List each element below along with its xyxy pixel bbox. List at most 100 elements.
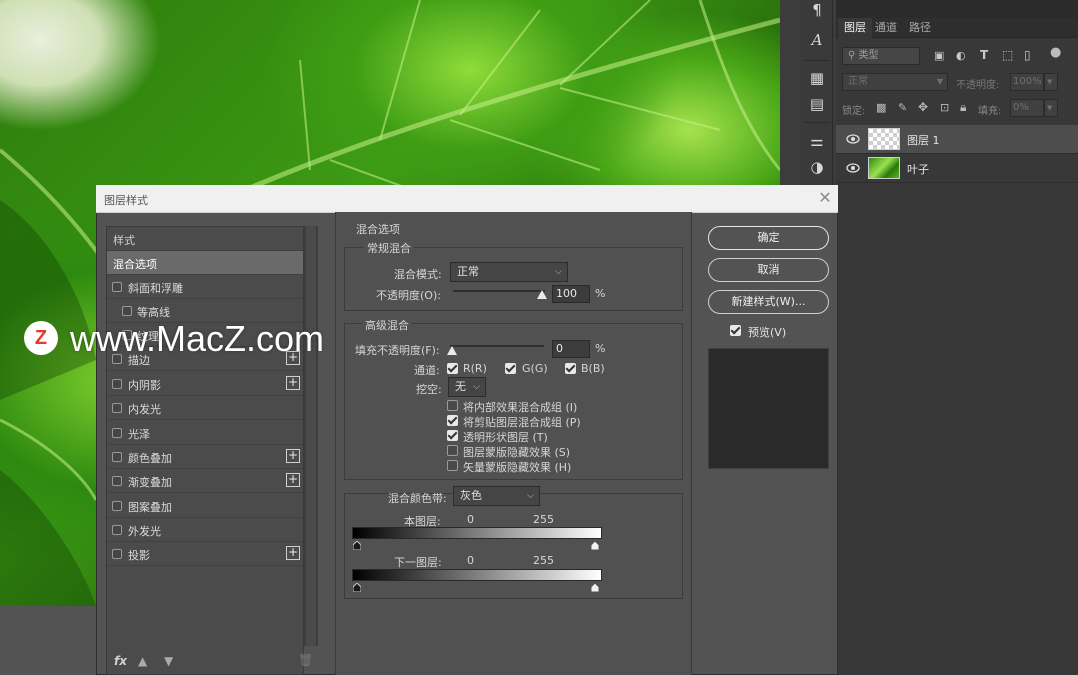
style-checkbox[interactable] — [112, 452, 122, 462]
filter-shape-icon[interactable]: ⬚ — [1002, 48, 1013, 62]
style-item-pattern-overlay[interactable]: 图案叠加 — [107, 494, 303, 518]
panel-header-bar — [836, 0, 1078, 18]
chevron-down-icon[interactable]: ▼ — [1044, 99, 1058, 117]
blend-interior-effects-checkbox[interactable] — [447, 400, 458, 411]
style-checkbox[interactable] — [112, 403, 122, 413]
underlying-layer-white-stop[interactable] — [591, 583, 599, 592]
tab-channels[interactable]: 通道 — [869, 18, 903, 38]
this-layer-white-stop[interactable] — [591, 541, 599, 550]
watermark-logo-letter: Z — [34, 327, 48, 349]
filter-toggle-icon[interactable]: ● — [1050, 45, 1061, 60]
tab-layers[interactable]: 图层 — [838, 18, 872, 38]
properties-icon[interactable]: ▦ — [807, 68, 827, 88]
divider — [804, 122, 830, 123]
group-title-general: 常规混合 — [364, 240, 414, 256]
style-checkbox[interactable] — [112, 549, 122, 559]
style-checkbox[interactable] — [112, 428, 122, 438]
layer-row-leaf[interactable]: 叶子 — [836, 154, 1078, 183]
style-item-color-overlay[interactable]: 颜色叠加 + — [107, 445, 303, 469]
layer-row-layer-1[interactable]: 图层 1 — [836, 125, 1078, 154]
layer-name: 叶子 — [907, 163, 929, 176]
layer-opacity-input[interactable]: 100% — [1010, 73, 1044, 91]
style-item-bevel-emboss[interactable]: 斜面和浮雕 — [107, 275, 303, 299]
lock-fill-row: 锁定: ▩ ✎ ✥ ⊡ 🔒︎ 填充: 0% ▼ — [836, 97, 1078, 121]
transparency-shapes-checkbox[interactable] — [447, 430, 458, 441]
color-circle-icon[interactable]: ◑ — [807, 157, 827, 177]
layer-mask-hides-label: 图层蒙版隐藏效果 (S) — [463, 446, 571, 459]
close-icon[interactable]: ✕ — [817, 190, 833, 206]
fill-opacity-slider-track[interactable] — [450, 345, 544, 347]
ok-button[interactable]: 确定 — [708, 226, 829, 250]
tab-paths[interactable]: 路径 — [903, 18, 937, 38]
channel-b-checkbox[interactable] — [565, 363, 576, 374]
lock-move-icon[interactable]: ✥ — [918, 100, 928, 114]
channel-r-checkbox[interactable] — [447, 363, 458, 374]
lock-all-icon[interactable]: 🔒︎ — [960, 100, 966, 115]
style-item-satin[interactable]: 光泽 — [107, 421, 303, 445]
layer-filter-select[interactable]: ⚲ 类型 — [842, 47, 920, 65]
blend-if-value: 灰色 — [460, 489, 482, 502]
blend-if-select[interactable]: 灰色 ⌵ — [453, 486, 540, 506]
vector-mask-hides-checkbox[interactable] — [447, 460, 458, 471]
add-effect-icon[interactable]: + — [286, 473, 300, 487]
style-item-drop-shadow[interactable]: 投影 + — [107, 542, 303, 566]
eye-icon[interactable] — [846, 162, 860, 174]
style-item-label: 外发光 — [128, 525, 161, 538]
style-item-inner-shadow[interactable]: 内阴影 + — [107, 372, 303, 396]
style-item-label: 图案叠加 — [128, 501, 172, 514]
chevron-down-icon[interactable]: ▼ — [1044, 73, 1058, 91]
paragraph-icon[interactable]: ¶ — [807, 0, 827, 20]
lock-brush-icon[interactable]: ✎ — [898, 101, 907, 114]
opacity-input[interactable]: 100 — [552, 285, 590, 303]
add-effect-icon[interactable]: + — [286, 449, 300, 463]
character-icon[interactable]: A — [807, 30, 827, 50]
trash-icon[interactable]: 🗑︎ — [298, 653, 313, 667]
underlying-layer-black-stop[interactable] — [353, 583, 361, 592]
style-item-inner-glow[interactable]: 内发光 — [107, 396, 303, 420]
layer-mask-hides-checkbox[interactable] — [447, 445, 458, 456]
style-item-blending-options[interactable]: 混合选项 — [107, 251, 303, 275]
blend-if-group — [344, 493, 683, 599]
this-layer-black-stop[interactable] — [353, 541, 361, 550]
filter-adjustment-icon[interactable]: ◐ — [956, 49, 966, 62]
fill-opacity-slider-handle[interactable] — [447, 346, 457, 355]
blend-clipped-layers-checkbox[interactable] — [447, 415, 458, 426]
style-item-outer-glow[interactable]: 外发光 — [107, 518, 303, 542]
style-item-gradient-overlay[interactable]: 渐变叠加 + — [107, 469, 303, 493]
blend-mode-select[interactable]: 正常 ⌵ — [450, 262, 568, 282]
eye-icon[interactable] — [846, 133, 860, 145]
style-checkbox[interactable] — [112, 501, 122, 511]
lock-transparent-icon[interactable]: ▩ — [876, 101, 886, 114]
cancel-button[interactable]: 取消 — [708, 258, 829, 282]
add-effect-icon[interactable]: + — [286, 376, 300, 390]
preview-checkbox[interactable] — [730, 325, 741, 336]
fx-icon[interactable]: fx — [114, 654, 127, 668]
channel-g-checkbox[interactable] — [505, 363, 516, 374]
dialog-titlebar[interactable] — [96, 185, 838, 213]
scrollbar-thumb[interactable] — [306, 226, 316, 646]
adjustments-icon[interactable]: ⚌ — [807, 131, 827, 151]
style-preview-swatch — [708, 348, 829, 469]
opacity-slider-handle[interactable] — [537, 290, 547, 299]
style-checkbox[interactable] — [112, 282, 122, 292]
style-checkbox[interactable] — [112, 525, 122, 535]
channels-label: 通道: — [414, 364, 440, 377]
filter-smart-object-icon[interactable]: ▯ — [1024, 48, 1031, 62]
move-up-icon[interactable]: ▲ — [138, 654, 147, 668]
filter-pixel-icon[interactable]: ▣ — [934, 49, 944, 62]
filter-type-icon[interactable]: T — [980, 48, 988, 62]
layer-fill-input[interactable]: 0% — [1010, 99, 1044, 117]
notes-icon[interactable]: ▤ — [807, 94, 827, 114]
fill-opacity-input[interactable]: 0 — [552, 340, 590, 358]
style-checkbox[interactable] — [112, 476, 122, 486]
lock-artboard-icon[interactable]: ⊡ — [940, 101, 949, 114]
style-checkbox[interactable] — [122, 306, 132, 316]
new-style-button[interactable]: 新建样式(W)... — [708, 290, 829, 314]
layer-blend-mode-select[interactable]: 正常 ▼ — [842, 73, 948, 91]
move-down-icon[interactable]: ▼ — [164, 654, 173, 668]
style-checkbox[interactable] — [112, 379, 122, 389]
knockout-select[interactable]: 无 ⌵ — [448, 377, 486, 397]
add-effect-icon[interactable]: + — [286, 546, 300, 560]
chevron-down-icon: ⌵ — [473, 382, 480, 392]
opacity-slider-track[interactable] — [453, 290, 545, 292]
